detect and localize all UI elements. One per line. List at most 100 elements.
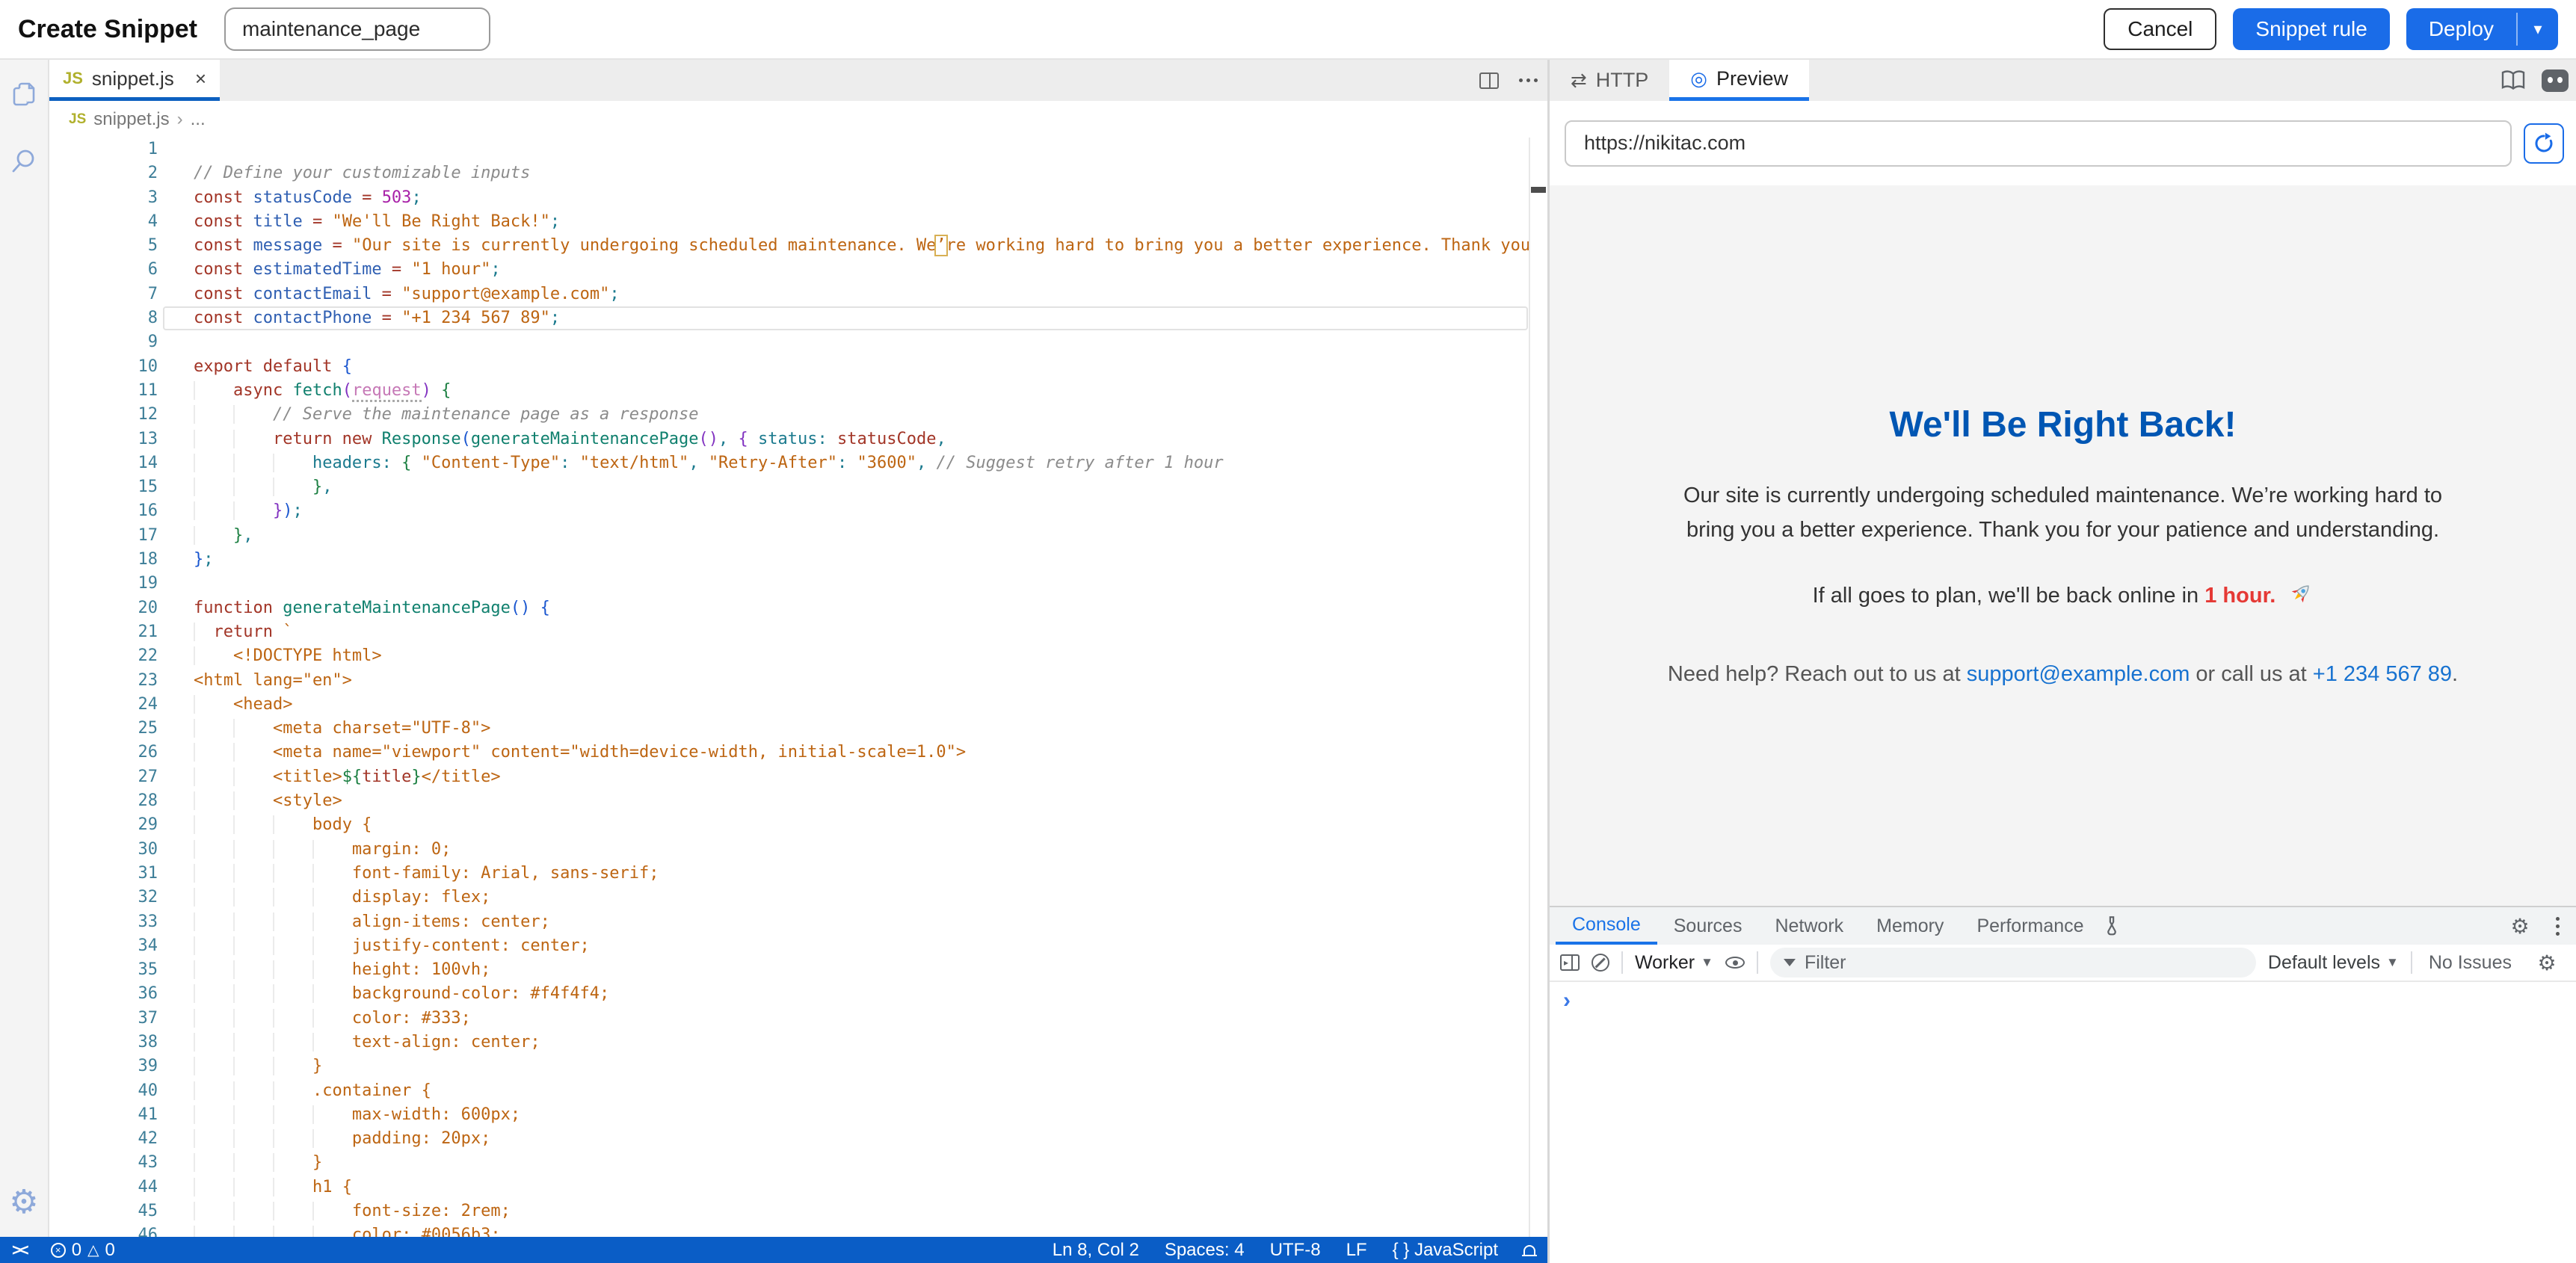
code-line[interactable]: 25 <meta charset="UTF-8"> <box>49 717 1547 741</box>
code-line[interactable]: 18}; <box>49 548 1547 572</box>
code-line[interactable]: 6const estimatedTime = "1 hour"; <box>49 258 1547 282</box>
code-line[interactable]: 17 }, <box>49 524 1547 548</box>
live-expression-eye-icon[interactable] <box>1725 957 1745 969</box>
code-line[interactable]: 42 padding: 20px; <box>49 1127 1547 1151</box>
language-mode[interactable]: { } JavaScript <box>1393 1240 1498 1261</box>
flask-icon[interactable] <box>2102 907 2121 945</box>
code-line[interactable]: 20function generateMaintenancePage() { <box>49 596 1547 620</box>
code-line[interactable]: 10export default { <box>49 355 1547 379</box>
console-filter-input[interactable]: Filter <box>1770 948 2256 978</box>
code-line[interactable]: 4const title = "We'll Be Right Back!"; <box>49 210 1547 234</box>
code-line[interactable]: 21 return ` <box>49 620 1547 644</box>
search-icon[interactable] <box>9 146 39 176</box>
split-editor-icon[interactable] <box>1470 60 1509 101</box>
context-selector[interactable]: Worker▼ <box>1635 952 1713 974</box>
code-line[interactable]: 8const contactPhone = "+1 234 567 89"; <box>49 306 1547 330</box>
devtools-settings-gear-icon[interactable]: ⚙ <box>2501 907 2539 945</box>
code-line[interactable]: 43 } <box>49 1151 1547 1175</box>
code-line[interactable]: 13 return new Response(generateMaintenan… <box>49 427 1547 451</box>
cancel-button[interactable]: Cancel <box>2104 8 2216 50</box>
phone-link[interactable]: +1 234 567 89 <box>2313 662 2452 686</box>
cursor-position[interactable]: Ln 8, Col 2 <box>1053 1240 1139 1261</box>
settings-gear-icon[interactable]: ⚙ <box>9 1188 39 1217</box>
code-line[interactable]: 32 display: flex; <box>49 886 1547 910</box>
code-line[interactable]: 30 margin: 0; <box>49 838 1547 862</box>
code-line[interactable]: 37 color: #333; <box>49 1007 1547 1031</box>
code-line[interactable]: 29 body { <box>49 813 1547 837</box>
code-line[interactable]: 7const contactEmail = "support@example.c… <box>49 282 1547 306</box>
problems-status[interactable]: × 0 △ 0 <box>51 1240 115 1261</box>
indentation-setting[interactable]: Spaces: 4 <box>1165 1240 1245 1261</box>
code-line[interactable]: 14 headers: { "Content-Type": "text/html… <box>49 451 1547 475</box>
code-line[interactable]: 40 .container { <box>49 1079 1547 1103</box>
notifications-bell-icon[interactable] <box>1523 1245 1535 1255</box>
eol-setting[interactable]: LF <box>1346 1240 1367 1261</box>
code-editor[interactable]: 12// Define your customizable inputs3con… <box>49 138 1547 1237</box>
code-line[interactable]: 44 h1 { <box>49 1176 1547 1199</box>
breadcrumb[interactable]: JS snippet.js › ... <box>49 101 1547 138</box>
console-settings-gear-icon[interactable]: ⚙ <box>2528 951 2566 975</box>
code-line[interactable]: 15 }, <box>49 475 1547 499</box>
docs-book-icon[interactable] <box>2492 60 2534 101</box>
devtools-more-icon[interactable] <box>2539 907 2576 945</box>
code-line[interactable]: 1 <box>49 138 1547 161</box>
console-output[interactable]: › <box>1550 982 2576 1263</box>
code-line[interactable]: 23<html lang="en"> <box>49 669 1547 693</box>
tab-snippet-js[interactable]: JS snippet.js × <box>49 60 220 101</box>
clear-console-icon[interactable] <box>1591 954 1609 972</box>
code-line[interactable]: 45 font-size: 2rem; <box>49 1199 1547 1223</box>
code-line[interactable]: 9 <box>49 330 1547 354</box>
code-line[interactable]: 28 <style> <box>49 789 1547 813</box>
deploy-split-button[interactable]: Deploy ▾ <box>2406 8 2558 50</box>
tab-http[interactable]: ⇄ HTTP <box>1550 60 1669 101</box>
devtools-tabs[interactable]: ConsoleSourcesNetworkMemoryPerformance <box>1556 907 2101 945</box>
devtools-tab-performance[interactable]: Performance <box>1960 907 2100 945</box>
code-line[interactable]: 3const statusCode = 503; <box>49 186 1547 210</box>
code-line[interactable]: 33 align-items: center; <box>49 910 1547 934</box>
code-line[interactable]: 11 async fetch(request) { <box>49 379 1547 403</box>
code-line[interactable]: 16 }); <box>49 499 1547 523</box>
code-line[interactable]: 22 <!DOCTYPE html> <box>49 644 1547 668</box>
deploy-button[interactable]: Deploy <box>2406 8 2516 50</box>
code-line[interactable]: 46 color: #0056b3; <box>49 1223 1547 1237</box>
discord-icon[interactable] <box>2534 60 2576 101</box>
code-line[interactable]: 12 // Serve the maintenance page as a re… <box>49 403 1547 427</box>
code-line[interactable]: 24 <head> <box>49 693 1547 717</box>
console-prompt-chevron[interactable]: › <box>1563 988 1571 1013</box>
code-line[interactable]: 2// Define your customizable inputs <box>49 161 1547 185</box>
remote-indicator-icon[interactable]: >< <box>12 1241 27 1260</box>
breadcrumb-more[interactable]: ... <box>191 109 206 130</box>
support-email-link[interactable]: support@example.com <box>1967 662 2190 686</box>
files-icon[interactable] <box>9 79 39 109</box>
code-lines[interactable]: 12// Define your customizable inputs3con… <box>49 138 1547 1237</box>
more-actions-icon[interactable] <box>1509 60 1547 101</box>
deploy-dropdown-caret[interactable]: ▾ <box>2518 8 2558 50</box>
snippet-name-input[interactable]: maintenance_page <box>224 7 490 51</box>
devtools-tab-console[interactable]: Console <box>1556 907 1657 945</box>
breadcrumb-file[interactable]: snippet.js <box>93 109 169 130</box>
code-line[interactable]: 34 justify-content: center; <box>49 934 1547 958</box>
devtools-tab-network[interactable]: Network <box>1758 907 1860 945</box>
refresh-button[interactable] <box>2524 123 2564 164</box>
url-input[interactable]: https://nikitac.com <box>1565 120 2512 167</box>
code-line[interactable]: 41 max-width: 600px; <box>49 1103 1547 1127</box>
code-line[interactable]: 36 background-color: #f4f4f4; <box>49 982 1547 1006</box>
code-line[interactable]: 5const message = "Our site is currently … <box>49 234 1547 258</box>
close-tab-icon[interactable]: × <box>195 67 206 90</box>
code-line[interactable]: 26 <meta name="viewport" content="width=… <box>49 741 1547 765</box>
tab-preview[interactable]: ◎ Preview <box>1669 60 1809 101</box>
encoding-setting[interactable]: UTF-8 <box>1270 1240 1321 1261</box>
editor-scrollbar[interactable] <box>1529 138 1547 1237</box>
devtools-tab-memory[interactable]: Memory <box>1860 907 1960 945</box>
code-line[interactable]: 38 text-align: center; <box>49 1031 1547 1054</box>
code-line[interactable]: 19 <box>49 572 1547 596</box>
code-line[interactable]: 31 font-family: Arial, sans-serif; <box>49 862 1547 886</box>
code-line[interactable]: 35 height: 100vh; <box>49 958 1547 982</box>
snippet-rule-button[interactable]: Snippet rule <box>2233 8 2389 50</box>
issues-counter[interactable]: No Issues <box>2429 952 2512 974</box>
console-sidebar-icon[interactable]: ▸ <box>1560 954 1580 971</box>
code-line[interactable]: 39 } <box>49 1054 1547 1078</box>
log-levels-dropdown[interactable]: Default levels▼ <box>2268 952 2399 974</box>
code-line[interactable]: 27 <title>${title}</title> <box>49 765 1547 789</box>
devtools-tab-sources[interactable]: Sources <box>1657 907 1759 945</box>
